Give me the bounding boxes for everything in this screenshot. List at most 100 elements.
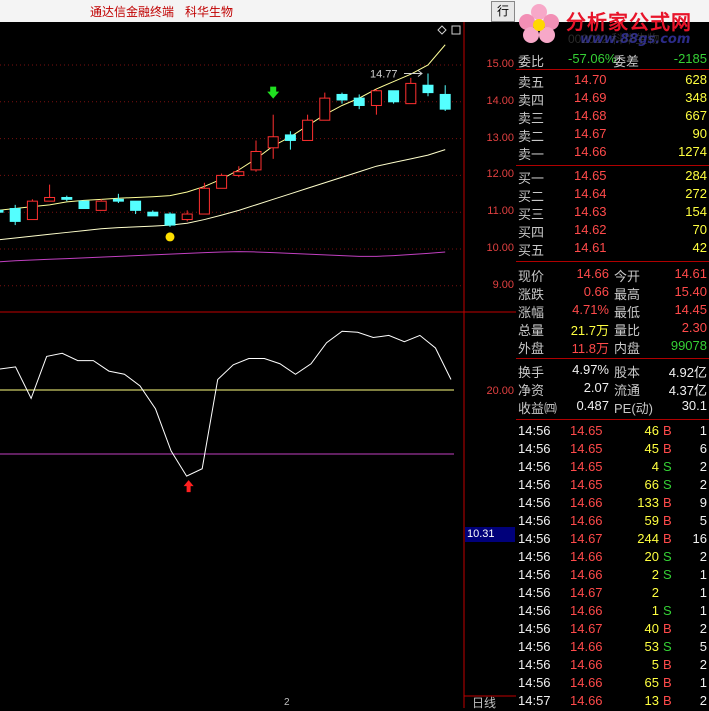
tick-side: S — [663, 603, 672, 618]
price-axis-label: 13.00 — [486, 131, 514, 144]
tick-volume: 1 — [651, 603, 659, 618]
tick-price: 14.65 — [570, 441, 603, 456]
finance-label: 净资 — [518, 383, 545, 398]
tick-volume: 20 — [644, 549, 659, 564]
panel-divider — [516, 165, 709, 166]
ask-row: 卖三 14.68 667 — [516, 108, 709, 126]
price-axis-label: 10.00 — [486, 242, 514, 254]
candle-up — [370, 90, 382, 106]
candle-down — [336, 93, 348, 101]
tick-price: 14.67 — [570, 621, 603, 636]
bid-row: 买二 14.64 272 — [516, 186, 709, 204]
menu-button[interactable]: 行 — [491, 1, 515, 22]
finance-label: 收益㈣ — [518, 401, 558, 416]
finance-value: 30.1 — [681, 398, 707, 413]
tick-side: B — [663, 495, 672, 510]
tick-time: 14:56 — [518, 621, 551, 636]
tick-volume: 65 — [644, 675, 659, 690]
finance-row: 净资 2.07 流通 4.37亿 — [516, 380, 709, 398]
candle-up — [250, 150, 262, 171]
tick-side: S — [663, 477, 672, 492]
kline-chart[interactable]: 14.77 — [0, 22, 516, 708]
tick-volume: 133 — [637, 495, 659, 510]
quote-value: 99078 — [670, 338, 707, 353]
indicator-current-value: 10.31 — [465, 527, 515, 542]
period-label[interactable]: 日线 — [472, 694, 496, 711]
bid-volume: 272 — [685, 186, 707, 201]
ask-price: 14.68 — [574, 108, 607, 123]
tick-count: 1 — [699, 675, 707, 690]
tick-time: 14:56 — [518, 441, 551, 456]
tick-price: 14.66 — [570, 513, 603, 528]
bid-row: 买五 14.61 42 — [516, 240, 709, 258]
ask-price: 14.70 — [574, 72, 607, 87]
tick-count: 2 — [699, 477, 707, 492]
tick-row: 14:56 14.66 2 S 1 — [516, 567, 709, 585]
quote-label: 涨幅 — [518, 305, 545, 320]
tick-row: 14:56 14.66 65 B 1 — [516, 675, 709, 693]
tick-volume: 53 — [644, 639, 659, 654]
tick-side: B — [663, 693, 672, 708]
tick-row: 14:56 14.66 59 B 5 — [516, 513, 709, 531]
finance-value: 4.92亿 — [668, 365, 707, 380]
tick-volume: 2 — [651, 567, 659, 582]
panel-divider — [516, 419, 709, 420]
tick-count: 2 — [699, 459, 707, 474]
tick-row: 14:56 14.67 244 B 16 — [516, 531, 709, 549]
tick-price: 14.66 — [570, 495, 603, 510]
finance-value: 2.07 — [583, 380, 609, 395]
finance-value: 4.97% — [572, 362, 609, 377]
quote-row: 现价 14.66 今开 14.61 — [516, 266, 709, 284]
tick-time: 14:56 — [518, 423, 551, 438]
weicha-label: 委差 — [613, 54, 640, 69]
tick-side: B — [663, 513, 672, 528]
quote-row: 总量 21.7万 量比 2.30 — [516, 320, 709, 338]
quote-value: 15.40 — [674, 284, 707, 299]
finance-label: 股本 — [614, 365, 641, 380]
tick-side: B — [663, 657, 672, 672]
bid-label: 买三 — [518, 207, 545, 222]
quote-value: 14.66 — [576, 266, 609, 281]
bid-volume: 154 — [685, 204, 707, 219]
tick-volume: 45 — [644, 441, 659, 456]
ask-row: 卖一 14.66 1274 — [516, 144, 709, 162]
ask-volume: 628 — [685, 72, 707, 87]
tick-price: 14.65 — [570, 423, 603, 438]
tick-volume: 5 — [651, 657, 659, 672]
candle-up — [26, 200, 38, 221]
tick-time: 14:56 — [518, 657, 551, 672]
price-axis-label: 15.00 — [486, 58, 514, 70]
indicator-buy-arrow-icon — [183, 480, 194, 493]
tick-count: 5 — [699, 513, 707, 528]
tick-price: 14.67 — [570, 531, 603, 546]
tick-price: 14.66 — [570, 675, 603, 690]
square-icon — [451, 25, 461, 35]
quote-label: 现价 — [518, 269, 545, 284]
stock-name: 科华生物 — [185, 5, 234, 19]
candle-up — [267, 136, 279, 149]
diamond-icon — [437, 25, 447, 35]
ask-label: 卖三 — [518, 111, 545, 126]
bid-volume: 42 — [692, 240, 707, 255]
ask-label: 卖五 — [518, 75, 545, 90]
candle-down — [388, 90, 400, 103]
ask-volume: 667 — [685, 108, 707, 123]
quote-value: 14.61 — [674, 266, 707, 281]
tick-volume: 13 — [644, 693, 659, 708]
price-axis-label: 9.00 — [492, 278, 514, 291]
tick-row: 14:56 14.66 5 B 2 — [516, 657, 709, 675]
ask-price: 14.66 — [574, 144, 607, 159]
quote-value: 21.7万 — [570, 323, 609, 338]
tick-row: 14:56 14.67 2 1 — [516, 585, 709, 603]
candle-down — [78, 200, 90, 210]
tick-time: 14:56 — [518, 639, 551, 654]
quote-value: 14.45 — [674, 302, 707, 317]
ask-price: 14.67 — [574, 126, 607, 141]
bid-price: 14.63 — [574, 204, 607, 219]
bid-price: 14.62 — [574, 222, 607, 237]
tick-row: 14:56 14.66 20 S 2 — [516, 549, 709, 567]
tick-price: 14.66 — [570, 567, 603, 582]
sell-arrow-icon — [267, 86, 280, 99]
tick-side: B — [663, 675, 672, 690]
tick-count: 2 — [699, 657, 707, 672]
